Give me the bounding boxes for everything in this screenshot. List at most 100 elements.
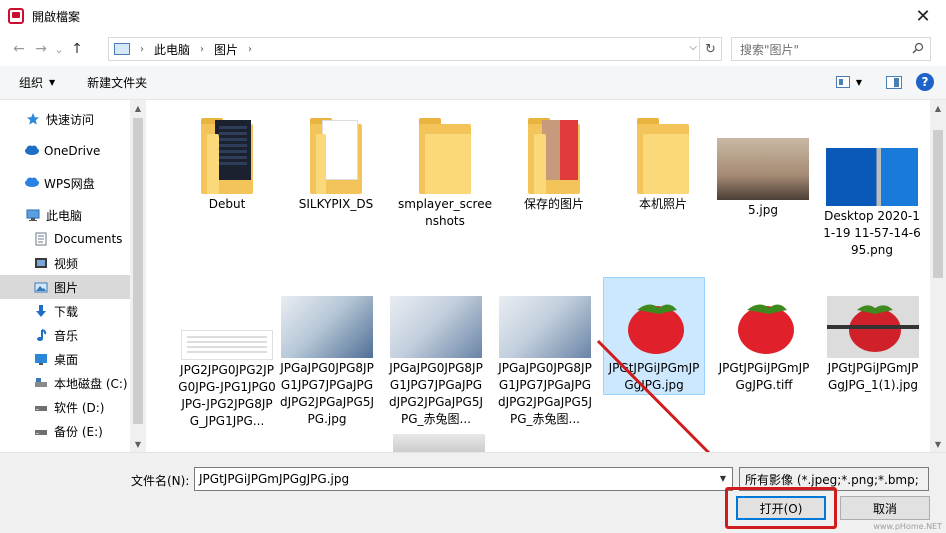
sidebar-item-pictures[interactable]: 图片	[0, 275, 130, 299]
music-icon	[34, 328, 48, 342]
sidebar-item-videos[interactable]: 视频	[0, 251, 130, 275]
sidebar-item-drive-e[interactable]: 备份 (E:)	[0, 419, 130, 443]
change-view-icon[interactable]	[835, 76, 850, 88]
file-type-value: 所有影像 (*.jpeg;*.png;*.bmp;	[745, 472, 919, 487]
sidebar-item-this-pc[interactable]: 此电脑	[0, 203, 130, 227]
close-button[interactable]: ✕	[900, 0, 946, 32]
new-folder-button[interactable]: 新建文件夹	[87, 74, 147, 91]
navigation-bar: ← → ⌄ ↑ › 此电脑 › 图片 › ⌵ ↻ 搜索"图片"	[0, 32, 946, 66]
file-tile-camera-roll[interactable]: 本机照片	[612, 100, 714, 213]
breadcrumb-this-pc[interactable]: 此电脑	[154, 41, 190, 58]
cancel-button[interactable]: 取消	[840, 496, 930, 520]
image-thumbnail	[826, 148, 918, 206]
toolbar-right: ▼ ?	[835, 73, 934, 91]
star-icon	[26, 112, 40, 126]
file-tile-desktop-png[interactable]: Desktop 2020-11-19 11-57-14-695.png	[821, 100, 923, 259]
desktop-icon	[34, 352, 48, 366]
sidebar-item-label: Documents	[54, 232, 123, 246]
breadcrumb-pictures[interactable]: 图片	[214, 41, 238, 58]
sidebar-item-onedrive[interactable]: OneDrive	[0, 139, 130, 163]
chevron-right-icon[interactable]: ›	[248, 44, 252, 55]
file-tile-jpg2-document[interactable]: JPG2JPG0JPG2JPG0JPG-JPG1JPG0JPG-JPG2JPG8…	[176, 288, 278, 430]
sidebar-item-label: 视频	[54, 256, 79, 271]
image-thumbnail	[393, 434, 485, 452]
search-input[interactable]: 搜索"图片"	[731, 37, 931, 61]
file-list-scrollbar[interactable]: ▲ ▼	[930, 100, 946, 452]
sidebar-item-documents[interactable]: Documents	[0, 227, 130, 251]
scroll-up-arrow-icon[interactable]: ▲	[930, 100, 946, 116]
file-name: SILKYPIX_DS	[298, 197, 374, 211]
file-name: JPGaJPG0JPG8JPG1JPG7JPGaJPGdJPG2JPGaJPG5…	[279, 361, 374, 426]
cloud-icon	[24, 176, 39, 190]
recent-locations-icon[interactable]: ⌄	[52, 37, 66, 61]
window-title: 開啟檔案	[32, 9, 81, 24]
file-name: Debut	[208, 197, 246, 211]
file-tile-silkypix[interactable]: SILKYPIX_DS	[285, 100, 387, 213]
up-arrow-icon[interactable]: ↑	[66, 37, 88, 61]
file-tile-saved-pictures[interactable]: 保存的图片	[503, 100, 605, 213]
back-arrow-icon[interactable]: ←	[8, 37, 30, 61]
file-list: Debut SILKYPIX_DS smplayer_screenshots 保…	[146, 100, 930, 452]
file-tile-strawberry-tiff[interactable]: JPGtJPGiJPGmJPGgJPG.tiff	[713, 288, 815, 394]
chevron-down-icon[interactable]: ▼	[720, 474, 726, 483]
scroll-down-arrow-icon[interactable]: ▼	[930, 436, 946, 452]
preview-pane-icon[interactable]	[886, 75, 902, 89]
annotation-highlight-box	[725, 487, 837, 529]
file-name: JPG2JPG0JPG2JPG0JPG-JPG1JPG0JPG-JPG2JPG8…	[178, 363, 276, 428]
caret-down-icon[interactable]: ▼	[856, 78, 862, 87]
sidebar-item-wps-drive[interactable]: WPS网盘	[0, 171, 130, 195]
file-tile-boy-chitu-1[interactable]: JPGaJPG0JPG8JPG1JPG7JPGaJPGdJPG2JPGaJPG5…	[385, 288, 487, 428]
sidebar-item-label: 音乐	[54, 328, 79, 343]
folder-icon	[528, 118, 580, 194]
sidebar-item-desktop[interactable]: 桌面	[0, 347, 130, 371]
sidebar-item-label: 备份 (E:)	[54, 424, 103, 439]
image-thumbnail	[717, 138, 809, 200]
file-name: JPGaJPG0JPG8JPG1JPG7JPGaJPGdJPG2JPGaJPG5…	[388, 361, 483, 426]
chevron-right-icon[interactable]: ›	[200, 44, 204, 55]
scrollbar-thumb[interactable]	[933, 130, 943, 278]
toolbar: 组织 ▼ 新建文件夹 ▼ ?	[0, 66, 946, 100]
address-bar[interactable]: › 此电脑 › 图片 › ⌵ ↻	[108, 37, 722, 61]
sidebar-scrollbar[interactable]: ▲ ▼	[130, 100, 146, 452]
file-tile-strawberry-jpg[interactable]: JPGtJPGiJPGmJPGgJPG.jpg	[603, 277, 705, 395]
file-name: 本机照片	[638, 197, 687, 211]
drive-icon	[34, 400, 48, 414]
file-tile-5-jpg[interactable]: 5.jpg	[712, 100, 814, 219]
file-name: 5.jpg	[747, 203, 779, 217]
sidebar-item-music[interactable]: 音乐	[0, 323, 130, 347]
forward-arrow-icon[interactable]: →	[30, 37, 52, 61]
file-tile-debut[interactable]: Debut	[176, 100, 278, 213]
organize-menu[interactable]: 组织 ▼	[19, 74, 55, 91]
file-name: Desktop 2020-11-19 11-57-14-695.png	[823, 209, 921, 257]
file-tile-strawberry-1-1[interactable]: JPGtJPGiJPGmJPGgJPG_1(1).jpg	[822, 288, 924, 394]
file-name: 保存的图片	[523, 197, 584, 211]
sidebar-item-label: 软件 (D:)	[54, 400, 105, 415]
organize-label: 组织	[19, 76, 44, 90]
refresh-icon[interactable]: ↻	[699, 38, 721, 60]
filename-value: JPGtJPGiJPGmJPGgJPG.jpg	[199, 472, 350, 486]
document-icon	[34, 232, 48, 246]
search-icon[interactable]	[912, 42, 924, 54]
app-icon	[8, 8, 24, 24]
sidebar-item-label: OneDrive	[44, 144, 101, 158]
file-tile-smplayer-screenshots[interactable]: smplayer_screenshots	[394, 100, 496, 230]
sidebar-item-label: 此电脑	[46, 208, 83, 223]
file-tile-partial[interactable]	[388, 434, 490, 452]
sidebar-item-downloads[interactable]: 下载	[0, 299, 130, 323]
file-name: JPGtJPGiJPGmJPGgJPG_1(1).jpg	[827, 361, 919, 392]
strawberry-thumbnail	[619, 296, 689, 358]
filename-input[interactable]: JPGtJPGiJPGmJPGgJPG.jpg ▼	[194, 467, 733, 491]
chevron-right-icon: ›	[140, 43, 144, 55]
file-tile-boy-jpg[interactable]: JPGaJPG0JPG8JPG1JPG7JPGaJPGdJPG2JPGaJPG5…	[276, 288, 378, 428]
scrollbar-thumb[interactable]	[133, 118, 143, 424]
scroll-up-arrow-icon[interactable]: ▲	[130, 100, 146, 116]
file-tile-boy-chitu-2[interactable]: JPGaJPG0JPG8JPG1JPG7JPGaJPGdJPG2JPGaJPG5…	[494, 288, 596, 428]
sidebar-item-drive-d[interactable]: 软件 (D:)	[0, 395, 130, 419]
chevron-down-icon[interactable]: ⌵	[689, 42, 697, 53]
sidebar-item-drive-c[interactable]: 本地磁盘 (C:)	[0, 371, 130, 395]
dialog-footer: 文件名(N): JPGtJPGiJPGmJPGgJPG.jpg ▼ 所有影像 (…	[0, 452, 946, 533]
sidebar-item-quick-access[interactable]: 快速访问	[0, 107, 130, 131]
sidebar-item-label: 图片	[54, 280, 79, 295]
scroll-down-arrow-icon[interactable]: ▼	[130, 436, 146, 452]
help-icon[interactable]: ?	[916, 73, 934, 91]
